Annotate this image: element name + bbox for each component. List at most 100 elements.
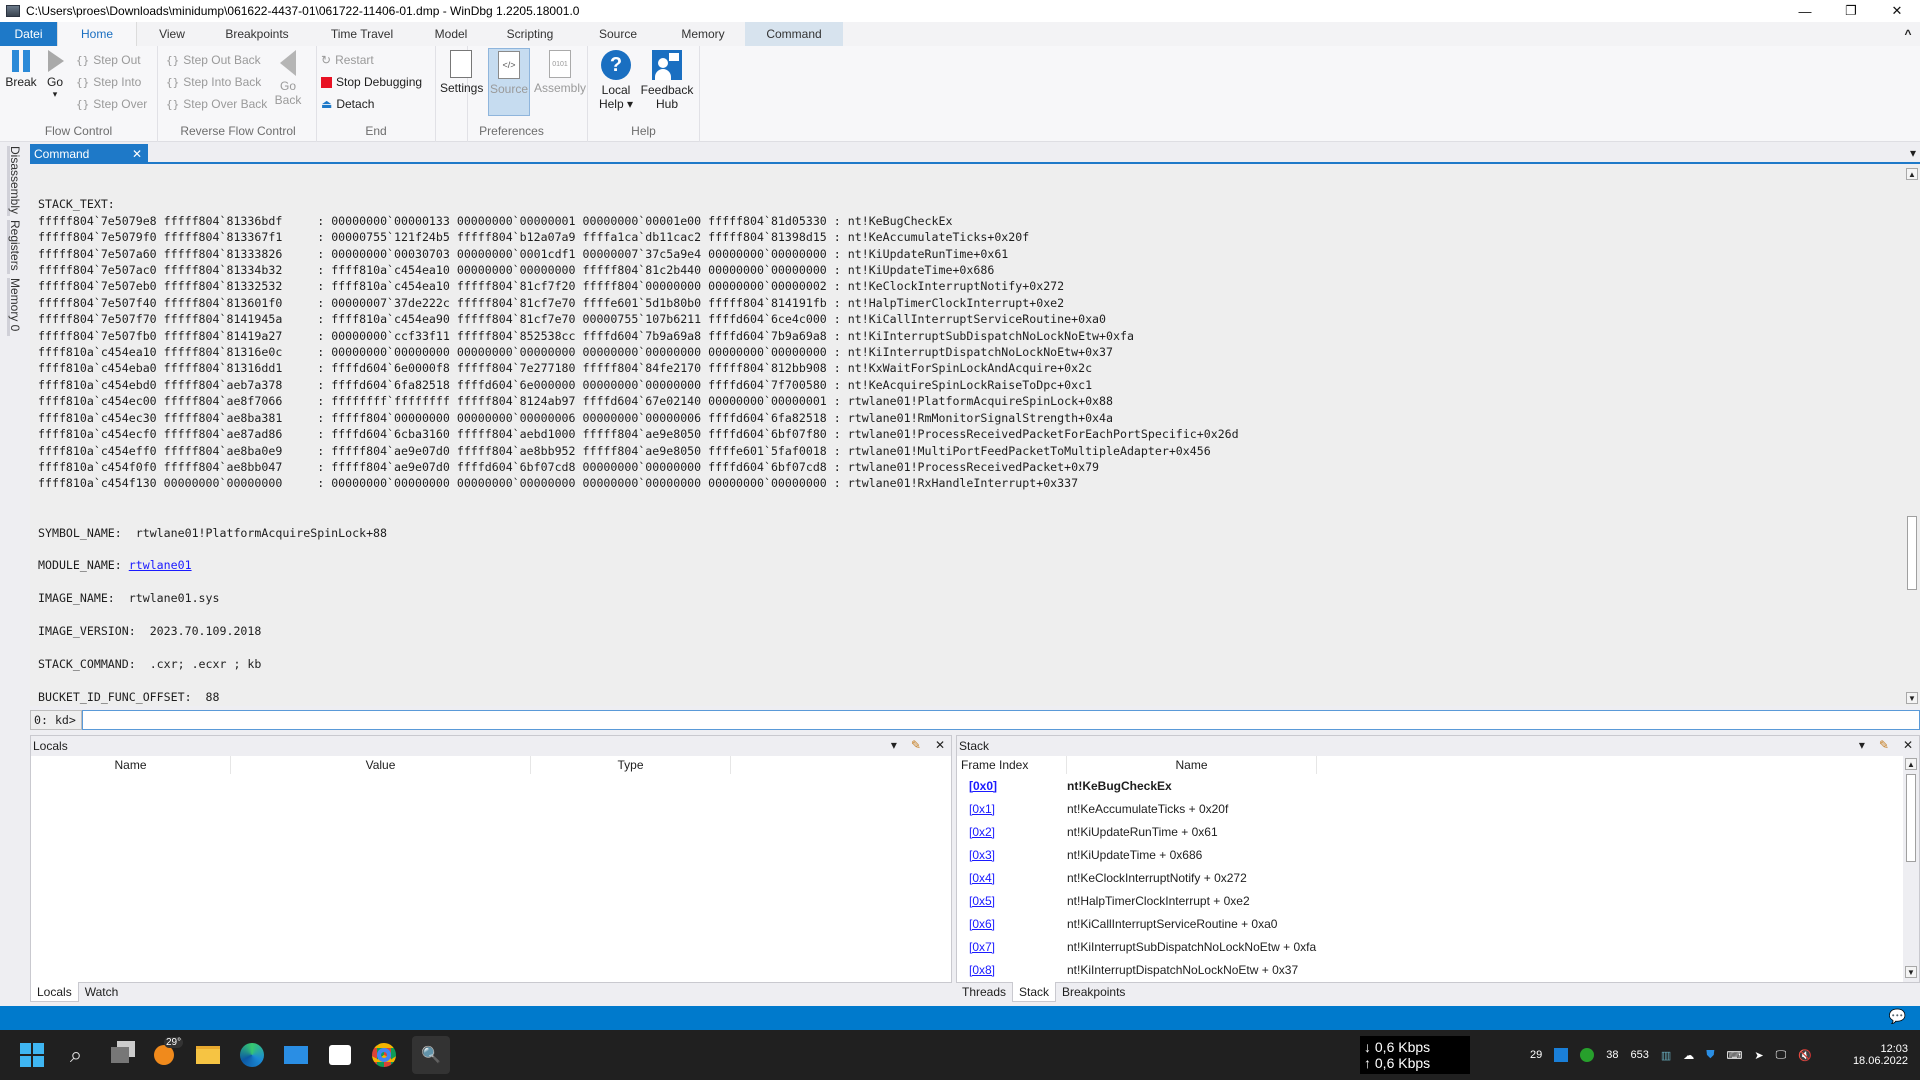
location-icon[interactable]: ➤: [1754, 1049, 1763, 1062]
command-input[interactable]: [82, 710, 1920, 730]
stack-frame-row[interactable]: [0x5] nt!HalpTimerClockInterrupt + 0xe2: [957, 889, 1903, 912]
tab-stack[interactable]: Stack: [1012, 982, 1057, 1002]
tray-monitor-icon[interactable]: ▥: [1661, 1049, 1671, 1062]
pin-icon[interactable]: ✎: [911, 738, 921, 752]
frame-index-link[interactable]: [0x4]: [957, 871, 1067, 885]
edge-browser-icon[interactable]: [236, 1039, 268, 1071]
tab-home[interactable]: Home: [57, 22, 137, 46]
stack-frame-row[interactable]: [0x2] nt!KiUpdateRunTime + 0x61: [957, 820, 1903, 843]
start-windows-icon[interactable]: [16, 1039, 48, 1071]
step-out-button[interactable]: {} Step Out: [76, 50, 141, 70]
frame-index-link[interactable]: [0x3]: [957, 848, 1067, 862]
column-name[interactable]: Name: [31, 756, 231, 774]
clock[interactable]: 12:03 18.06.2022: [1853, 1030, 1908, 1080]
tab-source[interactable]: Source: [575, 22, 661, 46]
go-back-button[interactable]: Go Back: [274, 50, 302, 107]
pane-menu-icon[interactable]: ▾: [1859, 738, 1865, 752]
defender-shield-icon[interactable]: ⛊: [1706, 1049, 1714, 1062]
volume-muted-icon[interactable]: 🔇: [1798, 1049, 1812, 1062]
command-output-scrollbar[interactable]: ▲ ▼: [1904, 166, 1920, 706]
search-icon[interactable]: ⌕: [60, 1039, 92, 1071]
command-window-menu-icon[interactable]: ▾: [1910, 146, 1916, 160]
frame-index-link[interactable]: [0x1]: [957, 802, 1067, 816]
break-button[interactable]: Break: [4, 50, 38, 89]
step-into-button[interactable]: {} Step Into: [76, 72, 141, 92]
local-help-button[interactable]: ? Local Help ▾: [596, 50, 636, 111]
tab-time-travel[interactable]: Time Travel: [307, 22, 417, 46]
stack-frame-row[interactable]: [0x7] nt!KiInterruptSubDispatchNoLockNoEt…: [957, 935, 1903, 958]
scroll-up-arrow[interactable]: ▲: [1906, 168, 1918, 180]
step-into-back-button[interactable]: {} Step Into Back: [166, 72, 261, 92]
stack-pane-scrollbar[interactable]: ▲ ▼: [1903, 756, 1919, 982]
step-out-back-button[interactable]: {} Step Out Back: [166, 50, 261, 70]
assembly-button[interactable]: 0101 Assembly: [534, 50, 586, 95]
feedback-hub-button[interactable]: Feedback Hub: [640, 50, 694, 111]
close-pane-icon[interactable]: ✕: [935, 738, 945, 752]
column-type[interactable]: Type: [531, 756, 731, 774]
tab-memory[interactable]: Memory: [661, 22, 745, 46]
restore-button[interactable]: ❐: [1828, 0, 1874, 22]
step-over-button[interactable]: {} Step Over: [76, 94, 147, 114]
module-name-link[interactable]: rtwlane01: [129, 558, 192, 572]
tab-datei[interactable]: Datei: [0, 22, 57, 46]
step-over-back-button[interactable]: {} Step Over Back: [166, 94, 267, 114]
stack-frame-row[interactable]: [0x1] nt!KeAccumulateTicks + 0x20f: [957, 797, 1903, 820]
tray-app-icon[interactable]: [1554, 1048, 1569, 1062]
close-window-button[interactable]: ✕: [1874, 0, 1920, 22]
command-tab[interactable]: Command ✕: [30, 144, 148, 163]
file-explorer-icon[interactable]: [192, 1039, 224, 1071]
frame-index-link[interactable]: [0x2]: [957, 825, 1067, 839]
stack-frame-row[interactable]: [0x8] nt!KiInterruptDispatchNoLockNoEtw +…: [957, 958, 1903, 981]
mail-icon[interactable]: [280, 1039, 312, 1071]
network-icon[interactable]: 🖵: [1776, 1049, 1787, 1062]
windbg-taskbar-icon[interactable]: 🔍: [412, 1036, 450, 1074]
stop-debugging-button[interactable]: Stop Debugging: [321, 72, 422, 92]
stack-frame-row[interactable]: [0x0] nt!KeBugCheckEx: [957, 774, 1903, 797]
stack-frame-row[interactable]: [0x3] nt!KiUpdateTime + 0x686: [957, 843, 1903, 866]
tab-locals[interactable]: Locals: [30, 982, 79, 1002]
side-tab-registers[interactable]: Registers: [7, 220, 22, 274]
column-frame-name[interactable]: Name: [1067, 756, 1317, 774]
task-view-icon[interactable]: [104, 1039, 136, 1071]
scroll-down-arrow[interactable]: ▼: [1906, 692, 1918, 704]
stack-frame-row[interactable]: [0x4] nt!KeClockInterruptNotify + 0x272: [957, 866, 1903, 889]
tray-network-transfer-icon[interactable]: [1580, 1048, 1595, 1062]
tab-threads[interactable]: Threads: [956, 982, 1012, 1002]
pane-menu-icon[interactable]: ▾: [891, 738, 897, 752]
side-tab-disassembly[interactable]: Disassembly: [7, 146, 22, 216]
chrome-icon[interactable]: [368, 1039, 400, 1071]
notification-icon[interactable]: 💬: [1889, 1008, 1906, 1025]
stack-frame-row[interactable]: [0x6] nt!KiCallInterruptServiceRoutine + …: [957, 912, 1903, 935]
tab-breakpoints-pane[interactable]: Breakpoints: [1056, 982, 1131, 1002]
scroll-thumb[interactable]: [1906, 774, 1916, 862]
pin-icon[interactable]: ✎: [1879, 738, 1889, 752]
go-dropdown-arrow[interactable]: ▾: [44, 89, 66, 100]
tab-command[interactable]: Command: [745, 22, 843, 46]
restart-button[interactable]: ↻ Restart: [321, 50, 374, 70]
close-command-tab-icon[interactable]: ✕: [132, 147, 142, 161]
microsoft-store-icon[interactable]: [324, 1039, 356, 1071]
frame-index-link[interactable]: [0x8]: [957, 963, 1067, 977]
settings-button[interactable]: Settings: [440, 50, 483, 95]
minimize-button[interactable]: —: [1782, 0, 1828, 22]
scroll-up-arrow[interactable]: ▲: [1905, 758, 1917, 770]
detach-button[interactable]: ⏏ Detach: [321, 94, 374, 114]
tab-model[interactable]: Model: [417, 22, 485, 46]
weather-widget-icon[interactable]: 29°: [148, 1037, 184, 1071]
go-button[interactable]: Go ▾: [44, 50, 66, 100]
column-value[interactable]: Value: [231, 756, 531, 774]
frame-index-link[interactable]: [0x7]: [957, 940, 1067, 954]
scroll-down-arrow[interactable]: ▼: [1905, 966, 1917, 978]
frame-index-link[interactable]: [0x5]: [957, 894, 1067, 908]
scroll-thumb[interactable]: [1907, 516, 1917, 590]
tab-scripting[interactable]: Scripting: [485, 22, 575, 46]
close-pane-icon[interactable]: ✕: [1903, 738, 1913, 752]
keyboard-icon[interactable]: ⌨: [1727, 1049, 1743, 1062]
collapse-ribbon-button[interactable]: ^: [1896, 22, 1920, 46]
tab-view[interactable]: View: [137, 22, 207, 46]
source-button[interactable]: </> Source: [488, 48, 530, 116]
tab-watch[interactable]: Watch: [79, 982, 125, 1002]
frame-index-link[interactable]: [0x0]: [957, 779, 1067, 793]
column-frame-index[interactable]: Frame Index: [957, 756, 1067, 774]
frame-index-link[interactable]: [0x6]: [957, 917, 1067, 931]
